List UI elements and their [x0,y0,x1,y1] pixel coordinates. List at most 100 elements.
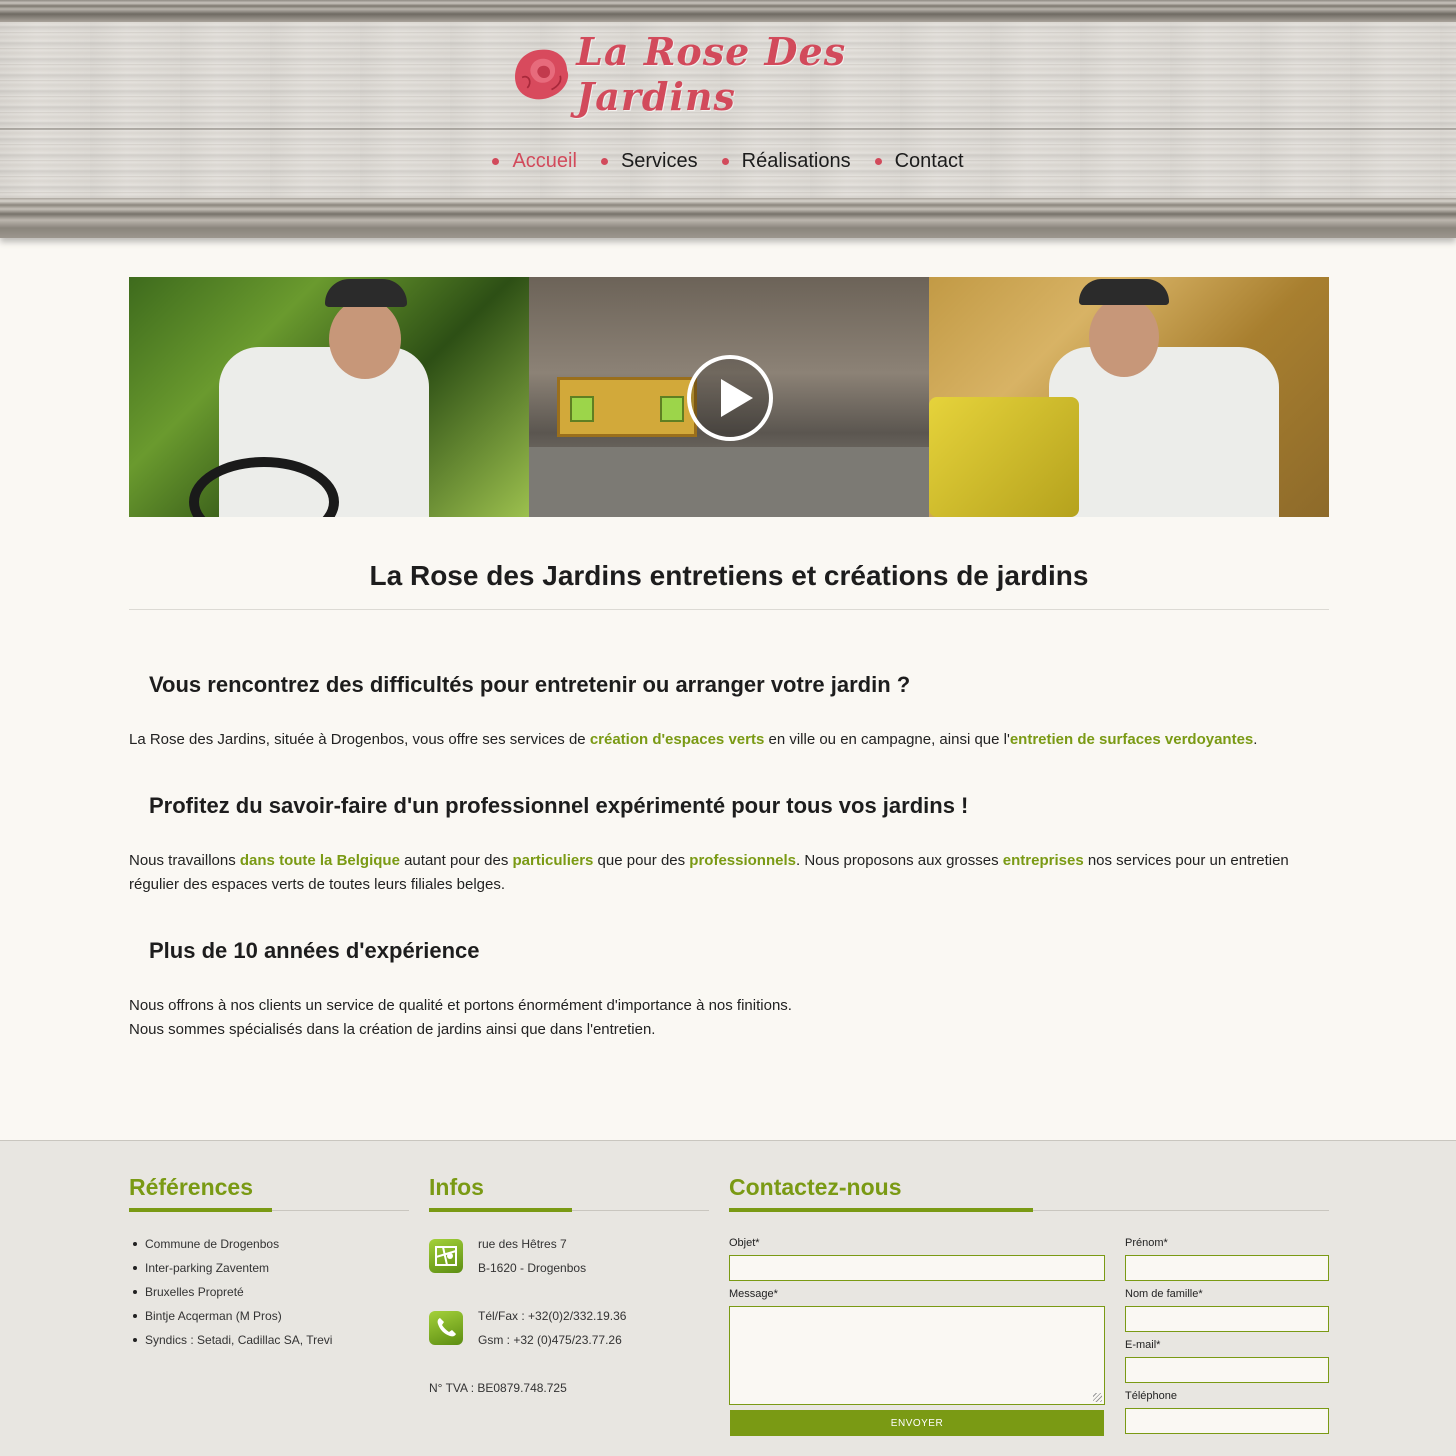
level-vial [570,396,594,422]
send-button[interactable]: ENVOYER [730,1410,1104,1436]
link-belgique[interactable]: dans toute la Belgique [240,852,400,869]
rule-accent [729,1208,1033,1212]
bullet-icon [874,158,882,165]
references-list: Commune de Drogenbos Inter-parking Zaven… [133,1236,332,1356]
address-line: rue des Hêtres 7 [478,1237,567,1251]
compactor-machine [929,397,1079,517]
nav-item-accueil[interactable]: Accueil [480,150,588,173]
nav-label: Contact [894,150,964,172]
phone-icon[interactable] [429,1311,463,1345]
text: . Nous proposons aux grosses [796,852,1003,869]
logo-text: La Rose Des Jardins [576,29,847,119]
play-icon[interactable] [687,355,773,441]
text: Nous sommes spécialisés dans la création… [129,1021,656,1038]
bullet-icon [133,1242,137,1246]
worker-head [1089,297,1159,377]
map-icon-glyph [435,1246,457,1266]
nav-label: Services [620,150,698,172]
phone-details: Tél/Fax : +32(0)2/332.19.36 Gsm : +32 (0… [478,1304,626,1352]
text: autant pour des [399,852,513,869]
section-paragraph: La Rose des Jardins, située à Drogenbos,… [129,728,1329,752]
link-professionnels[interactable]: professionnels [689,852,796,869]
bullet-icon [133,1266,137,1270]
reference-label: Syndics : Setadi, Cadillac SA, Trevi [145,1333,333,1347]
address-line: B-1620 - Drogenbos [478,1261,587,1275]
email-label: E-mail* [1125,1339,1161,1351]
worker-cap [325,279,407,307]
reference-label: Bruxelles Propreté [145,1285,244,1299]
text: Nous offrons à nos clients un service de… [129,997,792,1014]
title-divider [129,609,1329,610]
nav-item-realisations[interactable]: Réalisations [710,150,863,173]
bullet-icon [492,158,500,165]
prenom-label: Prénom* [1125,1237,1168,1249]
gsm-number[interactable]: Gsm : +32 (0)475/23.77.26 [478,1328,626,1352]
infos-title: Infos [429,1174,484,1200]
list-item: Commune de Drogenbos [133,1236,332,1260]
email-field[interactable] [1125,1357,1329,1383]
contact-rule [729,1208,1329,1212]
nom-label: Nom de famille* [1125,1288,1203,1300]
nav-label: Accueil [512,150,577,172]
main-nav: Accueil Services Réalisations Contact [0,150,1456,173]
reference-label: Commune de Drogenbos [145,1237,280,1251]
text: en ville ou en campagne, ainsi que l' [764,731,1010,748]
contact-title: Contactez-nous [729,1174,902,1200]
reference-label: Inter-parking Zaventem [145,1261,270,1275]
message-field[interactable] [729,1306,1105,1405]
objet-field[interactable] [729,1255,1105,1281]
site-logo[interactable]: La Rose Des Jardins [510,29,960,119]
list-item: Bruxelles Propreté [133,1284,332,1308]
nav-item-services[interactable]: Services [589,150,710,173]
rule-accent [129,1208,272,1212]
banner-image-gardener-compactor [929,277,1329,517]
resize-handle-icon[interactable] [1093,1393,1102,1402]
phone-icon-glyph [437,1318,456,1337]
link-entretien-surfaces[interactable]: entretien de surfaces verdoyantes [1010,731,1253,748]
section-heading: Vous rencontrez des difficultés pour ent… [149,672,911,697]
plank-divider [0,128,1456,130]
text: La Rose des Jardins, située à Drogenbos,… [129,731,590,748]
prenom-field[interactable] [1125,1255,1329,1281]
infos-rule [429,1208,709,1212]
section-paragraph: Nous offrons à nos clients un service de… [129,994,1329,1042]
telephone-label: Téléphone [1125,1390,1177,1402]
bullet-icon [133,1290,137,1294]
banner-image-gardener-mower [129,277,529,517]
section-heading: Plus de 10 années d'expérience [149,938,480,963]
list-item: Syndics : Setadi, Cadillac SA, Trevi [133,1332,332,1356]
wood-plank-bottom [0,198,1456,238]
link-entreprises[interactable]: entreprises [1003,852,1084,869]
nav-label: Réalisations [741,150,851,172]
link-creation-espaces-verts[interactable]: création d'espaces verts [590,731,765,748]
list-item: Inter-parking Zaventem [133,1260,332,1284]
list-item: Bintje Acqerman (M Pros) [133,1308,332,1332]
map-location-icon[interactable] [429,1239,463,1273]
bullet-icon [133,1338,137,1342]
ground-slab [529,447,929,517]
section-heading: Profitez du savoir-faire d'un profession… [149,793,969,818]
page-title: La Rose des Jardins entretiens et créati… [369,560,1089,591]
banner-video-level[interactable] [529,277,929,517]
text: que pour des [593,852,690,869]
references-title: Références [129,1174,254,1200]
bullet-icon [133,1314,137,1318]
nom-field[interactable] [1125,1306,1329,1332]
bullet-icon [600,158,608,165]
section-paragraph: Nous travaillons dans toute la Belgique … [129,849,1329,897]
phone-number[interactable]: Tél/Fax : +32(0)2/332.19.36 [478,1304,626,1328]
worker-head [329,299,401,379]
objet-label: Objet* [729,1237,760,1249]
telephone-field[interactable] [1125,1408,1329,1434]
link-particuliers[interactable]: particuliers [513,852,594,869]
nav-item-contact[interactable]: Contact [863,150,976,173]
message-label: Message* [729,1288,778,1300]
text: . [1253,731,1258,748]
reference-label: Bintje Acqerman (M Pros) [145,1309,282,1323]
rose-icon [515,49,569,100]
spirit-level [557,377,697,437]
level-vial [660,396,684,422]
vat-number: N° TVA : BE0879.748.725 [429,1381,567,1395]
site-header: La Rose Des Jardins Accueil Services Réa… [0,0,1456,238]
video-banner[interactable] [129,277,1329,517]
